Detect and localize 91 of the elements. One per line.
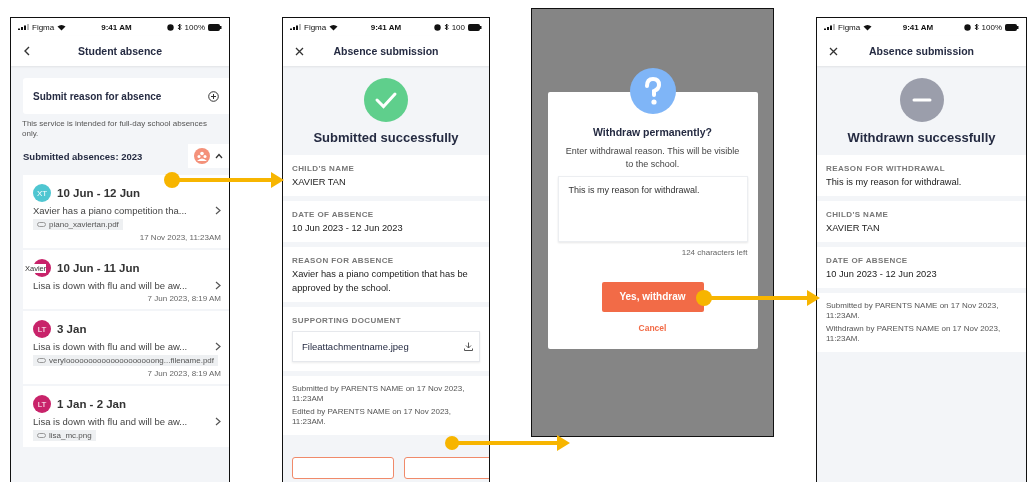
field-value: approved by the school. (292, 283, 392, 293)
field-label: SUPPORTING DOCUMENT (292, 316, 402, 325)
history-note: Submitted by PARENTS NAME on 17 Nov 2023, 11:23AM. (826, 301, 1000, 321)
avatar: LT (33, 320, 51, 339)
submit-reason-button[interactable]: Submit reason for absence (23, 78, 229, 114)
battery-icon (1005, 23, 1019, 31)
signal-icon (824, 23, 835, 31)
bluetooth-icon (443, 23, 449, 31)
alarm-icon (963, 23, 971, 31)
signal-icon (18, 23, 29, 31)
screen-title: Absence submission (333, 45, 439, 57)
screen-title: Absence submission (869, 45, 974, 57)
screen-title: Student absence (78, 45, 162, 57)
absence-item[interactable]: XT 10 Jun - 12 Jun Xavier has a piano competition tha... piano_xaviertan.pdf 17 Nov 2023, 11:23AM (23, 175, 229, 249)
field-label: DATE OF ABSENCE (292, 210, 375, 219)
field-value: XAVIER TAN (826, 223, 881, 233)
absence-item[interactable]: LT 1 Jan - 2 Jan Lisa is down with flu and will be aw... lisa_mc.png (23, 386, 229, 448)
submitted-time: 7 Jun 2023, 8:19 AM (147, 369, 221, 379)
field-label: DATE OF ABSENCE (826, 256, 909, 265)
field-label: REASON FOR ABSENCE (292, 256, 395, 265)
attachment-chip[interactable]: lisa_mc.png (33, 430, 96, 442)
bluetooth-icon (973, 23, 979, 31)
field-value: Xavier has a piano competition that has be (292, 269, 469, 279)
document-card[interactable]: Fileattachmentname.jpeg (292, 331, 480, 362)
carrier-label: Figma (838, 22, 861, 32)
chevron-right-icon (215, 281, 221, 291)
avatar: XT (33, 184, 51, 203)
absence-dates: 1 Jan - 2 Jan (57, 398, 127, 411)
filter-toggle[interactable] (188, 144, 229, 169)
absence-dates: 3 Jan (57, 323, 87, 336)
carrier-label: Figma (304, 22, 327, 32)
carrier-label: Figma (32, 22, 55, 32)
battery-percent: 100 (451, 22, 465, 32)
add-icon (208, 90, 219, 102)
signal-icon (290, 23, 301, 31)
back-icon[interactable] (23, 46, 31, 56)
submitted-time: 7 Jun 2023, 8:19 AM (147, 294, 221, 304)
field-value: 10 Jun 2023 - 12 Jun 2023 (826, 269, 938, 279)
absence-reason: Xavier has a piano competition tha... (33, 205, 187, 217)
field-value: XAVIER TAN (292, 177, 347, 187)
status-heading: Withdrawn successfully (847, 130, 996, 145)
chevron-right-icon (215, 342, 221, 352)
absence-dates: 10 Jun - 11 Jun (57, 262, 140, 275)
history-note: Withdrawn by PARENTS NAME on 17 Nov 2023, 11:23AM. (826, 324, 1002, 344)
battery-icon (208, 23, 222, 31)
field-label: CHILD'S NAME (292, 164, 356, 173)
submitted-time: 17 Nov 2023, 11:23AM (139, 233, 221, 243)
wifi-icon (329, 23, 339, 31)
alarm-icon (166, 23, 174, 31)
dialog-message: Enter withdrawal reason. This will be visible to the school. (564, 145, 741, 170)
minus-circle-icon (899, 78, 944, 122)
clock-time: 9:41 AM (101, 22, 132, 32)
service-note: This service is intended for full-day school absences only. (22, 119, 208, 139)
history-note: Submitted by PARENTS NAME on 17 Nov 2023, 11:23AM (292, 384, 466, 404)
chevron-right-icon (215, 206, 221, 216)
battery-percent: 100% (184, 22, 205, 32)
dialog-title: Withdraw permanently? (593, 126, 712, 139)
people-icon (194, 148, 210, 165)
paperclip-icon (37, 222, 46, 228)
download-icon (464, 342, 473, 351)
absence-reason: Lisa is down with flu and will be aw... (33, 341, 188, 353)
attachment-chip[interactable]: veryloooooooooooooooooooong...filename.pdf (33, 355, 219, 367)
status-heading: Submitted successfully (313, 130, 459, 145)
field-label: CHILD'S NAME (826, 210, 890, 219)
avatar: LT (33, 395, 51, 414)
wifi-icon (57, 23, 67, 31)
close-icon[interactable] (829, 46, 838, 56)
absence-reason: Lisa is down with flu and will be aw... (33, 280, 188, 292)
field-label: REASON FOR WITHDRAWAL (826, 164, 947, 173)
field-value: 10 Jun 2023 - 12 Jun 2023 (292, 223, 404, 233)
field-value: This is my reason for withdrawal. (826, 177, 963, 187)
chevron-right-icon (215, 417, 221, 427)
wifi-icon (863, 23, 873, 31)
absence-reason: Lisa is down with flu and will be aw... (33, 416, 188, 428)
attachment-chip[interactable]: piano_xaviertan.pdf (33, 219, 123, 231)
clock-time: 9:41 AM (902, 22, 934, 32)
bluetooth-icon (176, 23, 182, 31)
paperclip-icon (37, 358, 46, 364)
absence-dates: 10 Jun - 12 Jun (57, 187, 141, 200)
close-icon[interactable] (295, 46, 304, 56)
battery-percent: 100% (981, 22, 1002, 32)
check-circle-icon (364, 78, 408, 122)
clock-time: 9:41 AM (370, 22, 402, 32)
section-title: Submitted absences: 2023 (23, 150, 143, 162)
battery-icon (468, 23, 482, 31)
history-note: Edited by PARENTS NAME on 17 Nov 2023, 11:23AM. (292, 407, 453, 427)
character-counter: 124 characters left (681, 247, 748, 257)
absence-item[interactable]: LT 3 Jan Lisa is down with flu and will be aw... veryloooooooooooooooooooong...filename.pdf 7 Jun 2023, 8:19 AM (23, 311, 229, 385)
alarm-icon (433, 23, 441, 31)
reason-field[interactable]: This is my reason for withdrawal. (557, 175, 748, 242)
paperclip-icon (37, 433, 46, 439)
